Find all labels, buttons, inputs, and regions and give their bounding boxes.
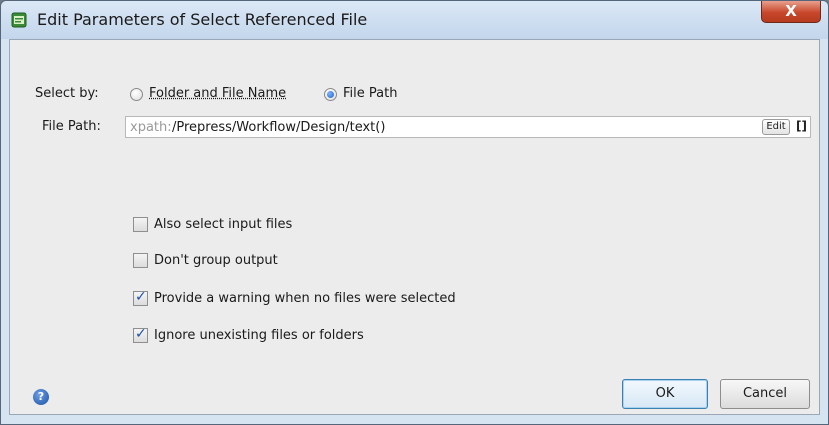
cancel-button[interactable]: Cancel	[720, 379, 810, 409]
also-select-input-files-checkbox[interactable]	[133, 217, 148, 232]
xpath-prefix: xpath:	[130, 120, 172, 135]
help-icon[interactable]: ?	[33, 389, 49, 405]
radio-folder-and-file-name[interactable]	[130, 88, 143, 101]
close-icon: X	[785, 2, 797, 20]
app-icon	[11, 12, 27, 28]
dont-group-output-label[interactable]: Don't group output	[154, 253, 278, 268]
brackets-button[interactable]: []	[796, 119, 807, 133]
radio-file-path-label[interactable]: File Path	[343, 86, 397, 101]
provide-warning-label[interactable]: Provide a warning when no files were sel…	[154, 291, 456, 306]
radio-file-path[interactable]	[324, 88, 337, 101]
ok-button[interactable]: OK	[622, 379, 708, 409]
dialog-body: Select by: Folder and File Name File Pat…	[9, 39, 820, 415]
file-path-field[interactable]: xpath: /Prepress/Workflow/Design/text() …	[125, 116, 811, 138]
radio-folder-and-file-name-label[interactable]: Folder and File Name	[149, 86, 286, 101]
title-bar[interactable]: Edit Parameters of Select Referenced Fil…	[1, 1, 828, 39]
close-button[interactable]: X	[761, 1, 821, 23]
file-path-label: File Path:	[42, 119, 101, 134]
select-by-label: Select by:	[35, 86, 99, 101]
provide-warning-checkbox[interactable]	[133, 289, 148, 306]
ignore-unexisting-label[interactable]: Ignore unexisting files or folders	[154, 328, 364, 343]
also-select-input-files-label[interactable]: Also select input files	[154, 217, 292, 232]
dialog-window: Edit Parameters of Select Referenced Fil…	[0, 0, 829, 425]
file-path-value[interactable]: /Prepress/Workflow/Design/text()	[172, 120, 385, 135]
ignore-unexisting-checkbox[interactable]	[133, 326, 148, 343]
window-title: Edit Parameters of Select Referenced Fil…	[37, 10, 368, 29]
edit-button[interactable]: Edit	[762, 119, 790, 135]
dont-group-output-checkbox[interactable]	[133, 253, 148, 268]
